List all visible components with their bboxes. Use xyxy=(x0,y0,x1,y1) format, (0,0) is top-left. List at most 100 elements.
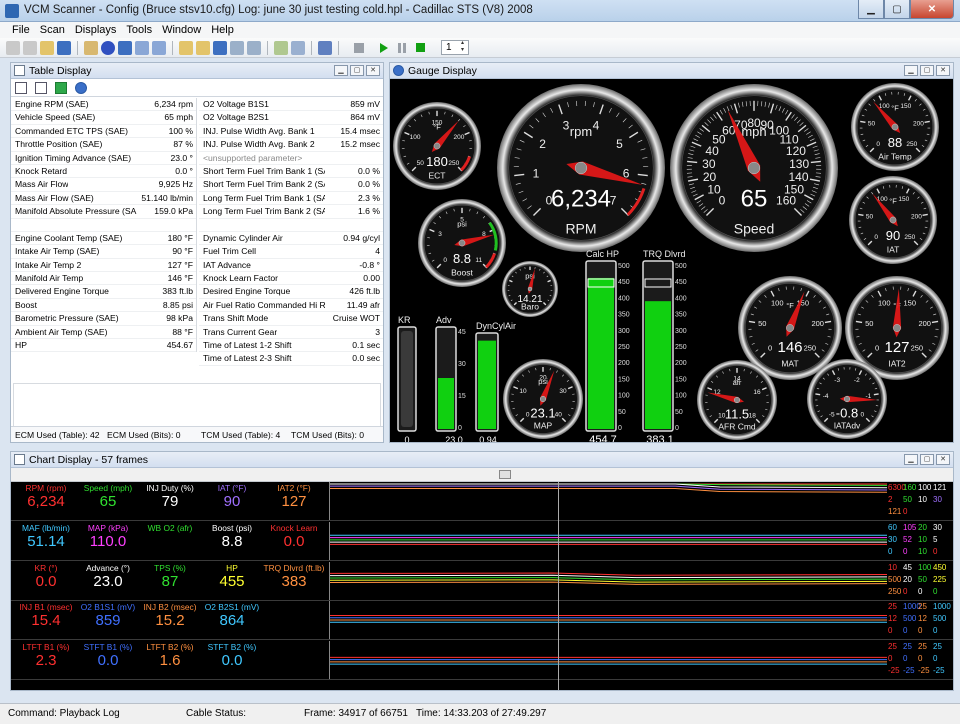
table-row[interactable]: Manifold Air Temp 146 °F xyxy=(11,272,196,286)
new-folder-icon[interactable] xyxy=(179,40,193,55)
chart-channel[interactable]: HP 455 xyxy=(201,562,263,600)
chart-cursor[interactable] xyxy=(558,482,559,690)
table-row[interactable]: Engine Coolant Temp (SAE) 180 °F xyxy=(11,232,196,246)
table-row[interactable]: Boost 8.85 psi xyxy=(11,299,196,313)
connect-icon[interactable] xyxy=(84,40,98,55)
export-icon[interactable] xyxy=(247,40,261,55)
chart-channel[interactable]: LTFT B1 (%) 2.3 xyxy=(15,641,77,679)
menu-file[interactable]: File xyxy=(12,22,30,38)
info-icon[interactable] xyxy=(318,40,332,55)
pen-icon[interactable] xyxy=(23,40,37,55)
table-row[interactable]: INJ. Pulse Width Avg. Bank 1 15.4 msec xyxy=(199,125,383,139)
refresh-icon[interactable] xyxy=(55,81,67,94)
table-row[interactable]: Air Fuel Ratio Commanded Hi Res 11.49 afr xyxy=(199,299,383,313)
chart-channel[interactable]: STFT B1 (%) 0.0 xyxy=(77,641,139,679)
chart-plot[interactable] xyxy=(329,561,887,600)
menu-tools[interactable]: Tools xyxy=(126,22,152,38)
chart-channel[interactable]: TPS (%) 87 xyxy=(139,562,201,600)
chart-channel[interactable]: RPM (rpm) 6,234 xyxy=(15,482,77,520)
table-row[interactable]: IAT Advance -0.8 ° xyxy=(199,259,383,273)
panel-minimize-button[interactable]: ▁ xyxy=(904,454,918,465)
help-icon[interactable] xyxy=(75,81,87,94)
chart-plot[interactable] xyxy=(329,601,887,640)
document-icon[interactable] xyxy=(230,40,244,55)
chart-plot[interactable] xyxy=(329,521,887,560)
chart-channel[interactable]: IAT (°F) 90 xyxy=(201,482,263,520)
table-row[interactable]: Short Term Fuel Trim Bank 2 (SAE) 0.0 % xyxy=(199,178,383,192)
grid-icon[interactable] xyxy=(152,40,166,55)
monitor-icon[interactable] xyxy=(291,40,305,55)
menu-scan[interactable]: Scan xyxy=(40,22,65,38)
menu-displays[interactable]: Displays xyxy=(75,22,117,38)
table-row[interactable]: Knock Learn Factor 0.00 xyxy=(199,272,383,286)
open-folder-icon[interactable] xyxy=(40,40,54,55)
chart-channel[interactable]: TRQ Dlvrd (ft.lb) 383 xyxy=(263,562,325,600)
table-row[interactable]: Engine RPM (SAE) 6,234 rpm xyxy=(11,98,196,112)
settings-icon[interactable] xyxy=(274,40,288,55)
stop-log-icon[interactable] xyxy=(416,43,425,52)
frame-step-stepper[interactable]: 1 xyxy=(441,40,469,55)
table-row[interactable]: Vehicle Speed (SAE) 65 mph xyxy=(11,111,196,125)
table-row[interactable]: Short Term Fuel Trim Bank 1 (SAE) 0.0 % xyxy=(199,165,383,179)
table-row[interactable]: Time of Latest 1-2 Shift 0.1 sec xyxy=(199,339,383,353)
table-row[interactable]: Trans Current Gear 3 xyxy=(199,326,383,340)
table-row[interactable]: Mass Air Flow (SAE) 51.140 lb/min xyxy=(11,192,196,206)
maximize-button[interactable]: ▢ xyxy=(884,0,910,19)
chart-channel[interactable]: Advance (°) 23.0 xyxy=(77,562,139,600)
chart-channel[interactable]: INJ B2 (msec) 15.2 xyxy=(139,601,201,639)
chart-channel[interactable]: Boost (psi) 8.8 xyxy=(201,522,263,560)
panel-close-button[interactable]: ✕ xyxy=(936,454,950,465)
panel-minimize-button[interactable]: ▁ xyxy=(334,65,348,76)
table-row[interactable]: Intake Air Temp 2 127 °F xyxy=(11,259,196,273)
table-row[interactable]: INJ. Pulse Width Avg. Bank 2 15.2 msec xyxy=(199,138,383,152)
record-icon[interactable] xyxy=(101,40,115,55)
table-row[interactable] xyxy=(199,219,383,232)
table-row[interactable]: O2 Voltage B1S1 859 mV xyxy=(199,98,383,112)
columns-icon[interactable] xyxy=(35,81,47,94)
table-row[interactable]: Long Term Fuel Trim Bank 2 (SAE) 1.6 % xyxy=(199,205,383,219)
chart-scrollbar[interactable] xyxy=(11,468,953,482)
panel-close-button[interactable]: ✕ xyxy=(366,65,380,76)
table-row[interactable]: Intake Air Temp (SAE) 90 °F xyxy=(11,245,196,259)
table-row[interactable]: Manifold Absolute Pressure (SAE) 159.0 kP… xyxy=(11,205,196,219)
pencil-icon[interactable] xyxy=(6,40,20,55)
table-row[interactable]: Barometric Pressure (SAE) 98 kPa xyxy=(11,312,196,326)
chart-channel[interactable]: INJ B1 (msec) 15.4 xyxy=(15,601,77,639)
save-icon[interactable] xyxy=(57,40,71,55)
table-row[interactable]: Trans Shift Mode Cruise WOT xyxy=(199,312,383,326)
chart-channel[interactable]: Knock Learn 0.0 xyxy=(263,522,325,560)
table-row[interactable] xyxy=(11,219,196,232)
minimize-button[interactable]: ▁ xyxy=(858,0,884,19)
menu-help[interactable]: Help xyxy=(211,22,234,38)
table-row[interactable]: O2 Voltage B2S1 864 mV xyxy=(199,111,383,125)
table-row[interactable]: Ambient Air Temp (SAE) 88 °F xyxy=(11,326,196,340)
chart-scroll-thumb[interactable] xyxy=(499,470,511,479)
table-row[interactable]: HP 454.67 xyxy=(11,339,196,353)
table-row[interactable]: Long Term Fuel Trim Bank 1 (SAE) 2.3 % xyxy=(199,192,383,206)
panel-restore-button[interactable]: ▢ xyxy=(920,65,934,76)
menu-window[interactable]: Window xyxy=(162,22,201,38)
stop-icon[interactable] xyxy=(354,42,364,53)
panel-close-button[interactable]: ✕ xyxy=(936,65,950,76)
open-log-icon[interactable] xyxy=(196,40,210,55)
table-row[interactable]: Time of Latest 2-3 Shift 0.0 sec xyxy=(199,352,383,366)
chart-channel[interactable]: KR (°) 0.0 xyxy=(15,562,77,600)
chart-channel[interactable]: MAP (kPa) 110.0 xyxy=(77,522,139,560)
table-row[interactable]: Commanded ETC TPS (SAE) 100 % xyxy=(11,125,196,139)
table-row[interactable]: Fuel Trim Cell 4 xyxy=(199,245,383,259)
panel-minimize-button[interactable]: ▁ xyxy=(904,65,918,76)
table-icon[interactable] xyxy=(135,40,149,55)
table-row[interactable]: Mass Air Flow 9,925 Hz xyxy=(11,178,196,192)
save-file-icon[interactable] xyxy=(213,40,227,55)
table-row[interactable]: Throttle Position (SAE) 87 % xyxy=(11,138,196,152)
chart-channel[interactable]: WB O2 (afr) xyxy=(139,522,201,560)
table-row[interactable]: <unsupported parameter> xyxy=(199,152,383,165)
pause-icon[interactable] xyxy=(398,42,406,53)
layout-icon[interactable] xyxy=(15,81,27,94)
chart-channel[interactable]: O2 B1S1 (mV) 859 xyxy=(77,601,139,639)
table-row[interactable]: Delivered Engine Torque 383 ft.lb xyxy=(11,285,196,299)
chart-channel[interactable]: IAT2 (°F) 127 xyxy=(263,482,325,520)
table-row[interactable]: Ignition Timing Advance (SAE) 23.0 ° xyxy=(11,152,196,165)
panel-restore-button[interactable]: ▢ xyxy=(920,454,934,465)
table-row[interactable]: Dynamic Cylinder Air 0.94 g/cyl xyxy=(199,232,383,246)
